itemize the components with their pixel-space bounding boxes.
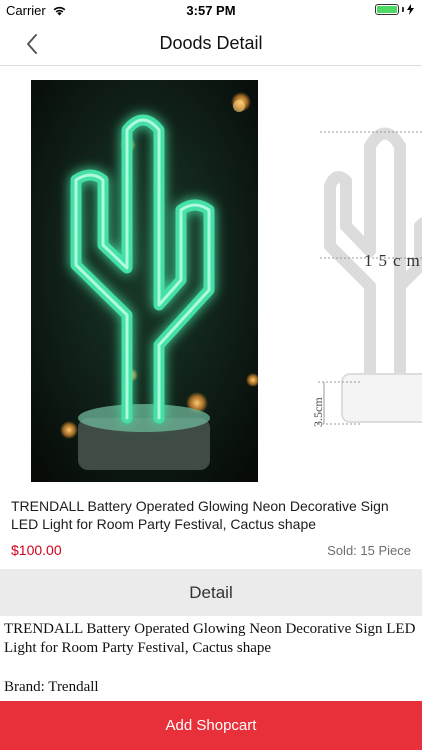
cactus-outline-illustration: 3.5cm 15cm (311, 127, 422, 427)
dimension-width-label: 15cm (364, 251, 422, 270)
neon-cactus-illustration (31, 80, 258, 482)
back-button[interactable] (18, 30, 46, 58)
neon-cactus-photo[interactable] (31, 80, 258, 482)
battery-icon (375, 4, 399, 15)
status-bar: Carrier 3:57 PM (0, 0, 422, 22)
add-shopcart-label: Add Shopcart (165, 717, 257, 734)
dimension-base-label: 3.5cm (311, 397, 325, 427)
battery-tip (402, 7, 404, 12)
sold-label: Sold: 15 Piece (327, 543, 411, 558)
detail-description-text: TRENDALL Battery Operated Glowing Neon D… (4, 621, 416, 656)
sold-count: Sold: 15 Piece (327, 543, 411, 558)
detail-brand: Brand: Trendall (4, 679, 99, 695)
chevron-left-icon (27, 34, 37, 54)
detail-header-label: Detail (189, 582, 233, 602)
charging-bolt-icon (407, 4, 414, 15)
battery-fill (377, 6, 397, 13)
status-right (375, 4, 414, 15)
detail-section-header: Detail (0, 569, 422, 616)
cactus-dimension-drawing[interactable]: 3.5cm 15cm (300, 86, 422, 486)
product-title: TRENDALL Battery Operated Glowing Neon D… (11, 498, 389, 532)
product-price: $100.00 (11, 542, 62, 558)
add-shopcart-button[interactable]: Add Shopcart (0, 701, 422, 750)
detail-description: TRENDALL Battery Operated Glowing Neon D… (4, 620, 418, 697)
page-title: Doods Detail (159, 33, 263, 53)
product-image-carousel[interactable]: 3.5cm 15cm (0, 66, 422, 490)
status-time: 3:57 PM (186, 3, 236, 18)
navigation-bar: Doods Detail (0, 22, 422, 66)
